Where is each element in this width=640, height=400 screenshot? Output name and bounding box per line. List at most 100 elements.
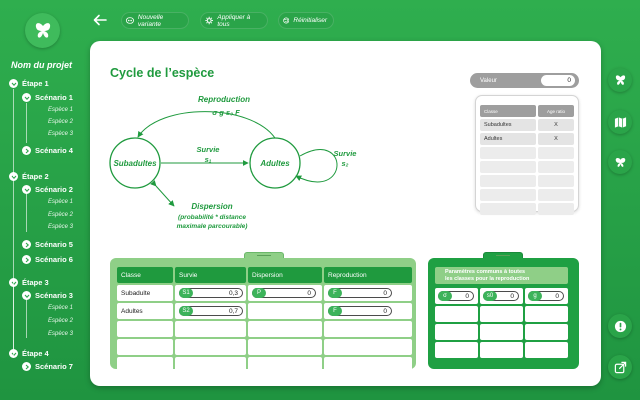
empty-cell[interactable] — [175, 339, 246, 355]
tree-espece[interactable]: Espèce 2 — [48, 212, 73, 218]
side-table-cell[interactable] — [538, 203, 574, 215]
empty-cell[interactable] — [525, 306, 568, 322]
empty-cell[interactable] — [117, 357, 173, 373]
new-variant-button[interactable]: Nouvelle variante — [121, 12, 189, 29]
survie-cell[interactable]: S1 0,3 — [175, 285, 246, 301]
chevron-right-icon[interactable] — [22, 240, 31, 249]
empty-cell[interactable] — [435, 324, 478, 340]
empty-cell[interactable] — [435, 342, 478, 358]
tree-etape[interactable]: Étape 1 — [9, 79, 49, 88]
valeur-input[interactable]: 0 — [541, 75, 575, 86]
butterfly-button[interactable] — [608, 68, 632, 92]
common-cell[interactable]: g0 — [525, 288, 568, 304]
tree-scenario[interactable]: Scénario 5 — [22, 240, 73, 249]
common-cell[interactable]: s0 0 — [480, 288, 523, 304]
side-table-cell[interactable] — [480, 175, 536, 187]
tree-espece[interactable]: Espèce 2 — [48, 318, 73, 324]
side-table-cell[interactable] — [480, 189, 536, 201]
param-field[interactable]: F0 — [328, 288, 392, 298]
param-field[interactable]: F0 — [328, 306, 392, 316]
chevron-down-icon[interactable] — [22, 93, 31, 102]
common-cell[interactable]: σ0 — [435, 288, 478, 304]
chevron-right-icon[interactable] — [22, 146, 31, 155]
tree-espece[interactable]: Espèce 2 — [48, 119, 73, 125]
app-logo[interactable] — [25, 13, 60, 48]
side-table-cell[interactable]: Adultes — [480, 133, 536, 145]
back-arrow-icon[interactable] — [93, 14, 107, 26]
survie-cell[interactable]: S2 0,7 — [175, 303, 246, 319]
empty-cell[interactable] — [525, 324, 568, 340]
side-table-cell[interactable]: Subadultes — [480, 119, 536, 131]
tree-espece[interactable]: Espèce 1 — [48, 107, 73, 113]
new-variant-label: Nouvelle variante — [137, 13, 164, 28]
tree-etape[interactable]: Étape 3 — [9, 278, 49, 287]
species-icon — [615, 157, 625, 167]
side-table-cell[interactable] — [538, 175, 574, 187]
chevron-down-icon[interactable] — [9, 79, 18, 88]
tree-espece[interactable]: Espèce 3 — [48, 131, 73, 137]
chevron-right-icon[interactable] — [22, 255, 31, 264]
side-table-row — [480, 147, 574, 159]
empty-cell[interactable] — [324, 339, 412, 355]
tree-espece[interactable]: Espèce 3 — [48, 331, 73, 337]
param-field[interactable]: S2 0,7 — [179, 306, 243, 316]
alert-button[interactable] — [608, 314, 632, 338]
tree-espece[interactable]: Espèce 1 — [48, 305, 73, 311]
apply-all-button[interactable]: Appliquer à tous — [200, 12, 268, 29]
empty-cell[interactable] — [248, 339, 322, 355]
tree-label: Scénario 6 — [35, 255, 73, 264]
map-button[interactable] — [608, 110, 632, 134]
empty-cell[interactable] — [248, 357, 322, 373]
dispersion-cell[interactable] — [248, 303, 322, 319]
tree-espece[interactable]: Espèce 1 — [48, 199, 73, 205]
tree-scenario[interactable]: Scénario 7 — [22, 362, 73, 371]
empty-cell[interactable] — [117, 321, 173, 337]
empty-cell[interactable] — [480, 324, 523, 340]
empty-cell[interactable] — [248, 321, 322, 337]
empty-cell[interactable] — [480, 342, 523, 358]
reset-button[interactable]: Réinitialiser — [278, 12, 334, 29]
common-parameters-panel: Paramètres communs à toutes les classes … — [428, 258, 579, 369]
tree-connector — [26, 103, 27, 143]
project-name[interactable]: Nom du projet — [11, 60, 72, 70]
param-field[interactable]: s0 0 — [483, 291, 519, 301]
tree-scenario[interactable]: Scénario 4 — [22, 146, 73, 155]
side-table-cell[interactable]: X — [538, 119, 574, 131]
species-button[interactable] — [608, 150, 632, 174]
empty-cell[interactable] — [480, 306, 523, 322]
param-field[interactable]: g0 — [528, 291, 564, 301]
param-field[interactable]: P0 — [252, 288, 316, 298]
tree-espece[interactable]: Espèce 3 — [48, 224, 73, 230]
tree-scenario[interactable]: Scénario 6 — [22, 255, 73, 264]
empty-cell[interactable] — [324, 321, 412, 337]
side-table-cell[interactable] — [538, 147, 574, 159]
tree-etape[interactable]: Étape 2 — [9, 172, 49, 181]
side-table-cell[interactable] — [480, 161, 536, 173]
param-field[interactable]: σ0 — [438, 291, 474, 301]
param-field[interactable]: S1 0,3 — [179, 288, 243, 298]
empty-cell[interactable] — [175, 357, 246, 373]
tree-scenario[interactable]: Scénario 3 — [22, 291, 73, 300]
dispersion-cell[interactable]: P0 — [248, 285, 322, 301]
reproduction-cell[interactable]: F0 — [324, 285, 412, 301]
reproduction-cell[interactable]: F0 — [324, 303, 412, 319]
side-table-row: Adultes X — [480, 133, 574, 145]
tree-scenario[interactable]: Scénario 2 — [22, 185, 73, 194]
side-table-cell[interactable]: X — [538, 133, 574, 145]
empty-cell[interactable] — [435, 306, 478, 322]
side-table-cell[interactable] — [480, 147, 536, 159]
survie-1-symbol: s₁ — [205, 155, 212, 164]
apply-all-label: Appliquer à tous — [217, 13, 251, 28]
empty-cell[interactable] — [175, 321, 246, 337]
side-table-cell[interactable] — [538, 161, 574, 173]
tree-scenario[interactable]: Scénario 1 — [22, 93, 73, 102]
empty-cell[interactable] — [324, 357, 412, 373]
empty-cell[interactable] — [525, 342, 568, 358]
side-table-cell[interactable] — [538, 189, 574, 201]
chevron-right-icon[interactable] — [22, 362, 31, 371]
tree-etape[interactable]: Étape 4 — [9, 349, 49, 358]
export-button[interactable] — [608, 355, 632, 379]
tree-connector — [26, 192, 27, 232]
side-table-cell[interactable] — [480, 203, 536, 215]
empty-cell[interactable] — [117, 339, 173, 355]
